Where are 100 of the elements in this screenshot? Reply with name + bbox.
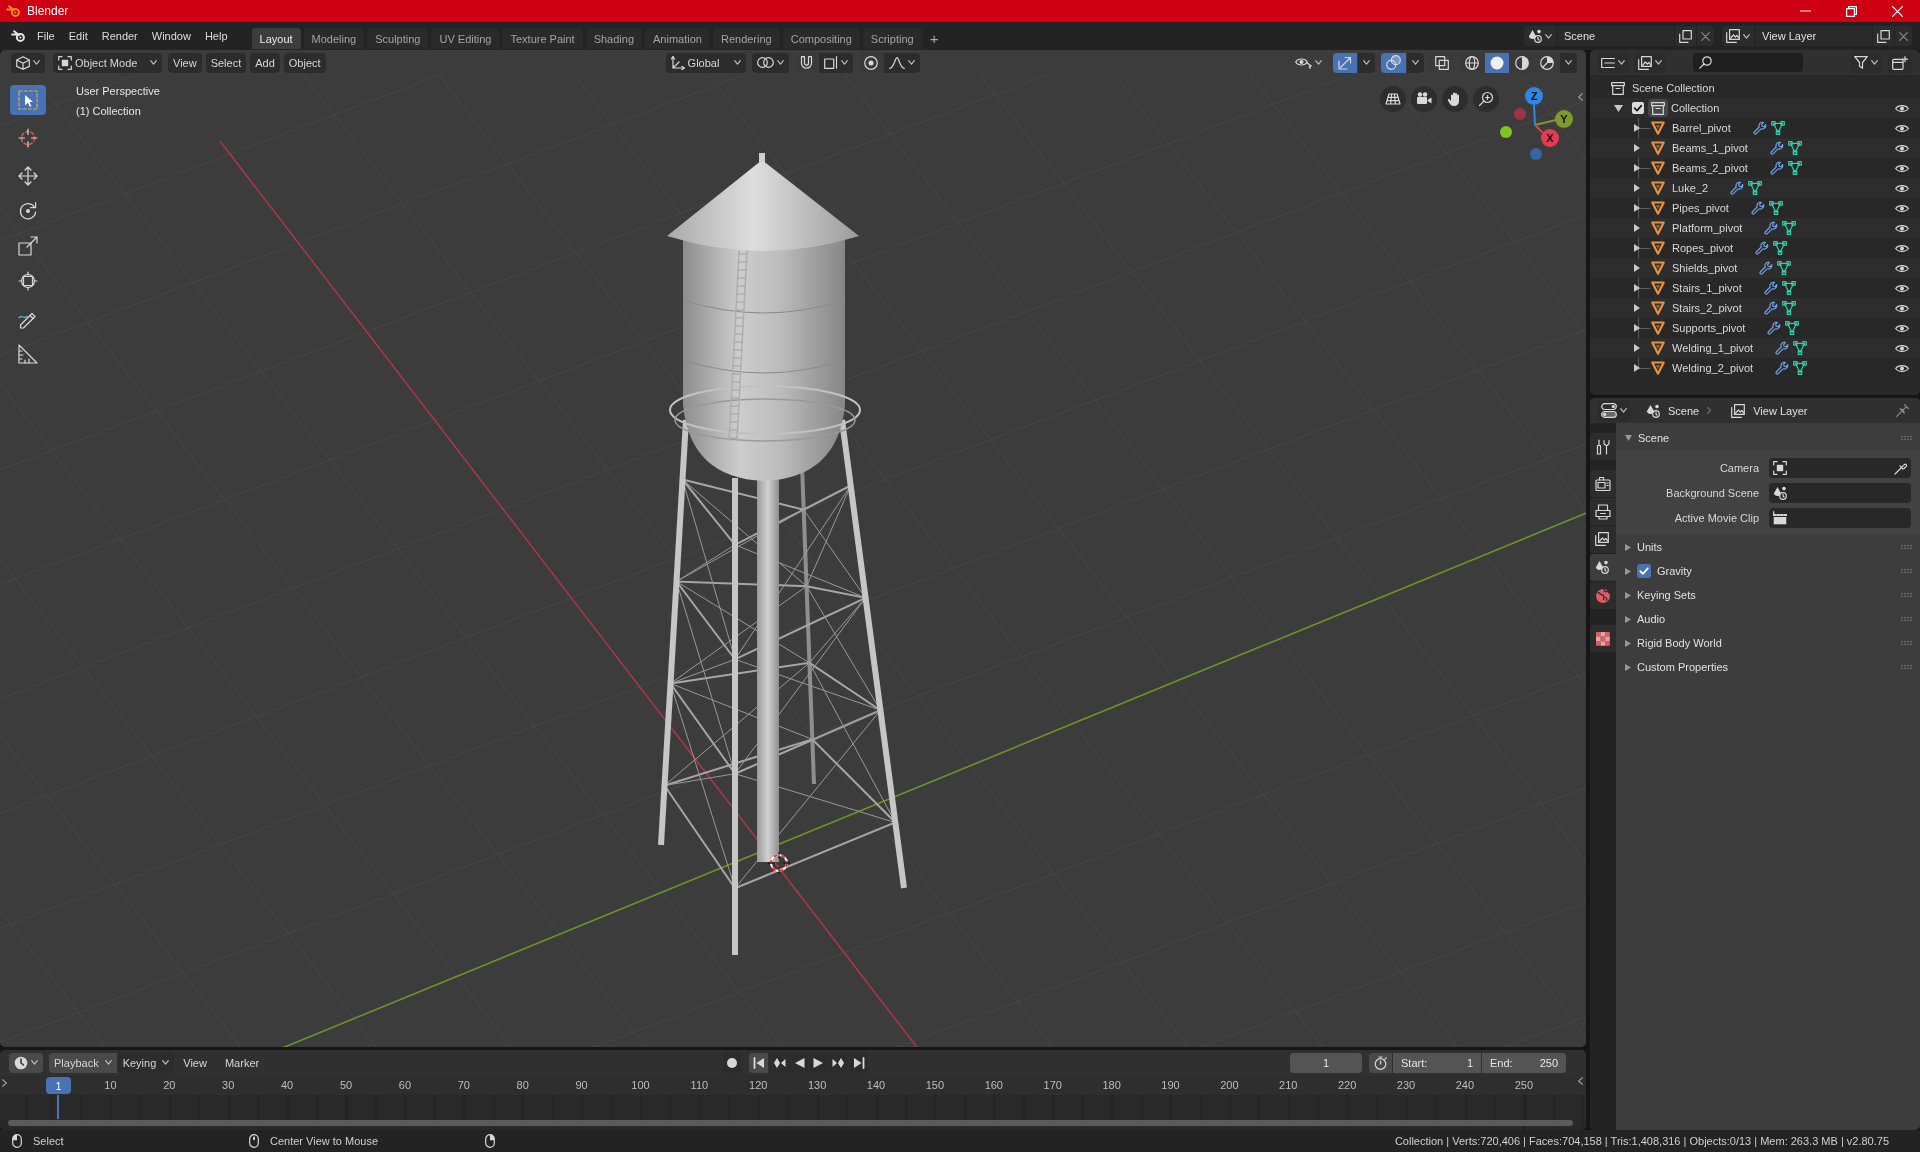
- play-button[interactable]: [809, 1052, 828, 1073]
- y-axis-handle[interactable]: Y: [1534, 110, 1573, 128]
- chevron-icon[interactable]: [2, 1079, 7, 1087]
- grid-icon[interactable]: [1380, 86, 1406, 112]
- remove-view-layer-button[interactable]: [1895, 26, 1912, 46]
- panel-title[interactable]: Keying Sets: [1637, 589, 1696, 601]
- mode-dropdown[interactable]: Object Mode: [53, 52, 162, 73]
- outliner-row[interactable]: Shields_pivot: [1590, 258, 1920, 278]
- start-frame-field[interactable]: Start: 1: [1393, 1052, 1481, 1073]
- menu-item[interactable]: Render: [94, 25, 145, 47]
- menu-dropdown[interactable]: Keying: [117, 1052, 175, 1073]
- workspace-tab[interactable]: Rendering: [712, 28, 780, 49]
- filter-dropdown[interactable]: [1850, 52, 1882, 73]
- play-reverse-button[interactable]: [790, 1052, 809, 1073]
- expand-arrow-icon[interactable]: [1634, 144, 1640, 152]
- menu-dropdown[interactable]: Playback: [49, 1052, 117, 1073]
- view-layer-filter-dropdown[interactable]: [1634, 52, 1666, 73]
- expand-arrow-icon[interactable]: [1634, 224, 1640, 232]
- panel-title[interactable]: Gravity: [1657, 565, 1692, 577]
- outliner-row[interactable]: Beams_1_pivot: [1590, 138, 1920, 158]
- editor-type-button[interactable]: [1597, 400, 1631, 421]
- expand-arrow-icon[interactable]: [1634, 324, 1640, 332]
- expand-arrow-icon[interactable]: [1614, 104, 1623, 112]
- outliner-row[interactable]: Scene Collection: [1590, 78, 1920, 98]
- camera-icon[interactable]: [1411, 86, 1437, 112]
- shading-dropdown[interactable]: [1560, 52, 1577, 73]
- menu-button[interactable]: Select: [205, 52, 247, 73]
- eye-icon[interactable]: [1895, 123, 1909, 133]
- current-frame-indicator[interactable]: 1: [46, 1077, 71, 1094]
- grip-icon[interactable]: [1901, 641, 1912, 645]
- jump-start-button[interactable]: [749, 1052, 769, 1073]
- display-mode-dropdown[interactable]: [1597, 52, 1629, 73]
- panel-title[interactable]: Audio: [1637, 613, 1666, 625]
- eye-icon[interactable]: [1895, 323, 1909, 333]
- outliner-row[interactable]: Luke_2: [1590, 178, 1920, 198]
- workspace-tab[interactable]: Compositing: [782, 28, 860, 49]
- view-layer-browse-button[interactable]: [1722, 26, 1754, 46]
- grip-icon[interactable]: [1901, 436, 1912, 440]
- expand-arrow-icon[interactable]: [1634, 124, 1640, 132]
- search-field[interactable]: [1693, 53, 1803, 72]
- auto-keying-button[interactable]: [723, 1052, 742, 1073]
- menu-item[interactable]: File: [30, 25, 62, 47]
- previous-keyframe-button[interactable]: [769, 1052, 790, 1073]
- view-layer-name-field[interactable]: View Layer: [1755, 26, 1872, 46]
- workspace-tab[interactable]: Sculpting: [367, 28, 429, 49]
- menu-button[interactable]: View: [168, 52, 202, 73]
- expand-arrow-icon[interactable]: [1625, 591, 1631, 599]
- orientation-dropdown[interactable]: Global: [665, 52, 746, 73]
- eye-icon[interactable]: [1895, 263, 1909, 273]
- editor-type-button[interactable]: [11, 52, 45, 73]
- workspace-tab[interactable]: UV Editing: [431, 28, 500, 49]
- expand-arrow-icon[interactable]: [1625, 615, 1631, 623]
- scene-browse-button[interactable]: [1524, 26, 1556, 46]
- eye-icon[interactable]: [1895, 143, 1909, 153]
- chevron-icon[interactable]: [1578, 93, 1583, 101]
- eye-icon[interactable]: [1895, 303, 1909, 313]
- eye-icon[interactable]: [1895, 183, 1909, 193]
- gizmo-dropdown[interactable]: [1358, 52, 1375, 73]
- negative-x-handle[interactable]: [1514, 108, 1526, 120]
- menu-button[interactable]: View: [174, 1052, 216, 1073]
- new-scene-button[interactable]: [1675, 26, 1696, 46]
- menu-button[interactable]: Add: [250, 52, 280, 73]
- new-view-layer-button[interactable]: [1873, 26, 1894, 46]
- negative-z-handle[interactable]: [1530, 148, 1542, 160]
- overlay-dropdown[interactable]: [1407, 52, 1424, 73]
- eye-icon[interactable]: [1895, 283, 1909, 293]
- select-box-tool[interactable]: [10, 85, 46, 115]
- outliner-row[interactable]: Collection: [1590, 98, 1920, 118]
- render-tab[interactable]: [1590, 470, 1616, 497]
- expand-arrow-icon[interactable]: [1625, 663, 1631, 671]
- expand-arrow-icon[interactable]: [1634, 264, 1640, 272]
- editor-type-button[interactable]: [9, 1052, 43, 1073]
- output-tab[interactable]: [1590, 498, 1616, 525]
- texture-tab[interactable]: [1590, 625, 1616, 652]
- current-frame-field[interactable]: 1: [1290, 1052, 1362, 1073]
- context-name[interactable]: View Layer: [1753, 404, 1808, 417]
- falloff-dropdown[interactable]: [883, 52, 920, 73]
- overlay-toggle[interactable]: [1381, 52, 1406, 73]
- next-keyframe-button[interactable]: [828, 1052, 849, 1073]
- eye-icon[interactable]: [1895, 163, 1909, 173]
- expand-arrow-icon[interactable]: [1634, 344, 1640, 352]
- zoom-icon[interactable]: [1473, 86, 1499, 112]
- outliner-row[interactable]: Platform_pivot: [1590, 218, 1920, 238]
- pivot-dropdown[interactable]: [751, 52, 789, 73]
- grip-icon[interactable]: [1901, 665, 1912, 669]
- eye-icon[interactable]: [1895, 363, 1909, 373]
- outliner-row[interactable]: Stairs_2_pivot: [1590, 298, 1920, 318]
- panel-title[interactable]: Scene: [1638, 432, 1670, 444]
- context-name[interactable]: Scene: [1668, 404, 1700, 417]
- world-tab[interactable]: [1590, 582, 1616, 609]
- expand-arrow-icon[interactable]: [1634, 184, 1640, 192]
- end-frame-field[interactable]: End: 250: [1482, 1052, 1566, 1073]
- menu-button[interactable]: Object: [283, 52, 326, 73]
- workspace-tab[interactable]: Shading: [585, 28, 643, 49]
- expand-arrow-icon[interactable]: [1625, 639, 1631, 647]
- preview-range-toggle[interactable]: [1369, 1052, 1392, 1073]
- grip-icon[interactable]: [1901, 569, 1912, 573]
- menu-item[interactable]: Edit: [61, 25, 95, 47]
- expand-arrow-icon[interactable]: [1634, 204, 1640, 212]
- hand-icon[interactable]: [1442, 86, 1468, 112]
